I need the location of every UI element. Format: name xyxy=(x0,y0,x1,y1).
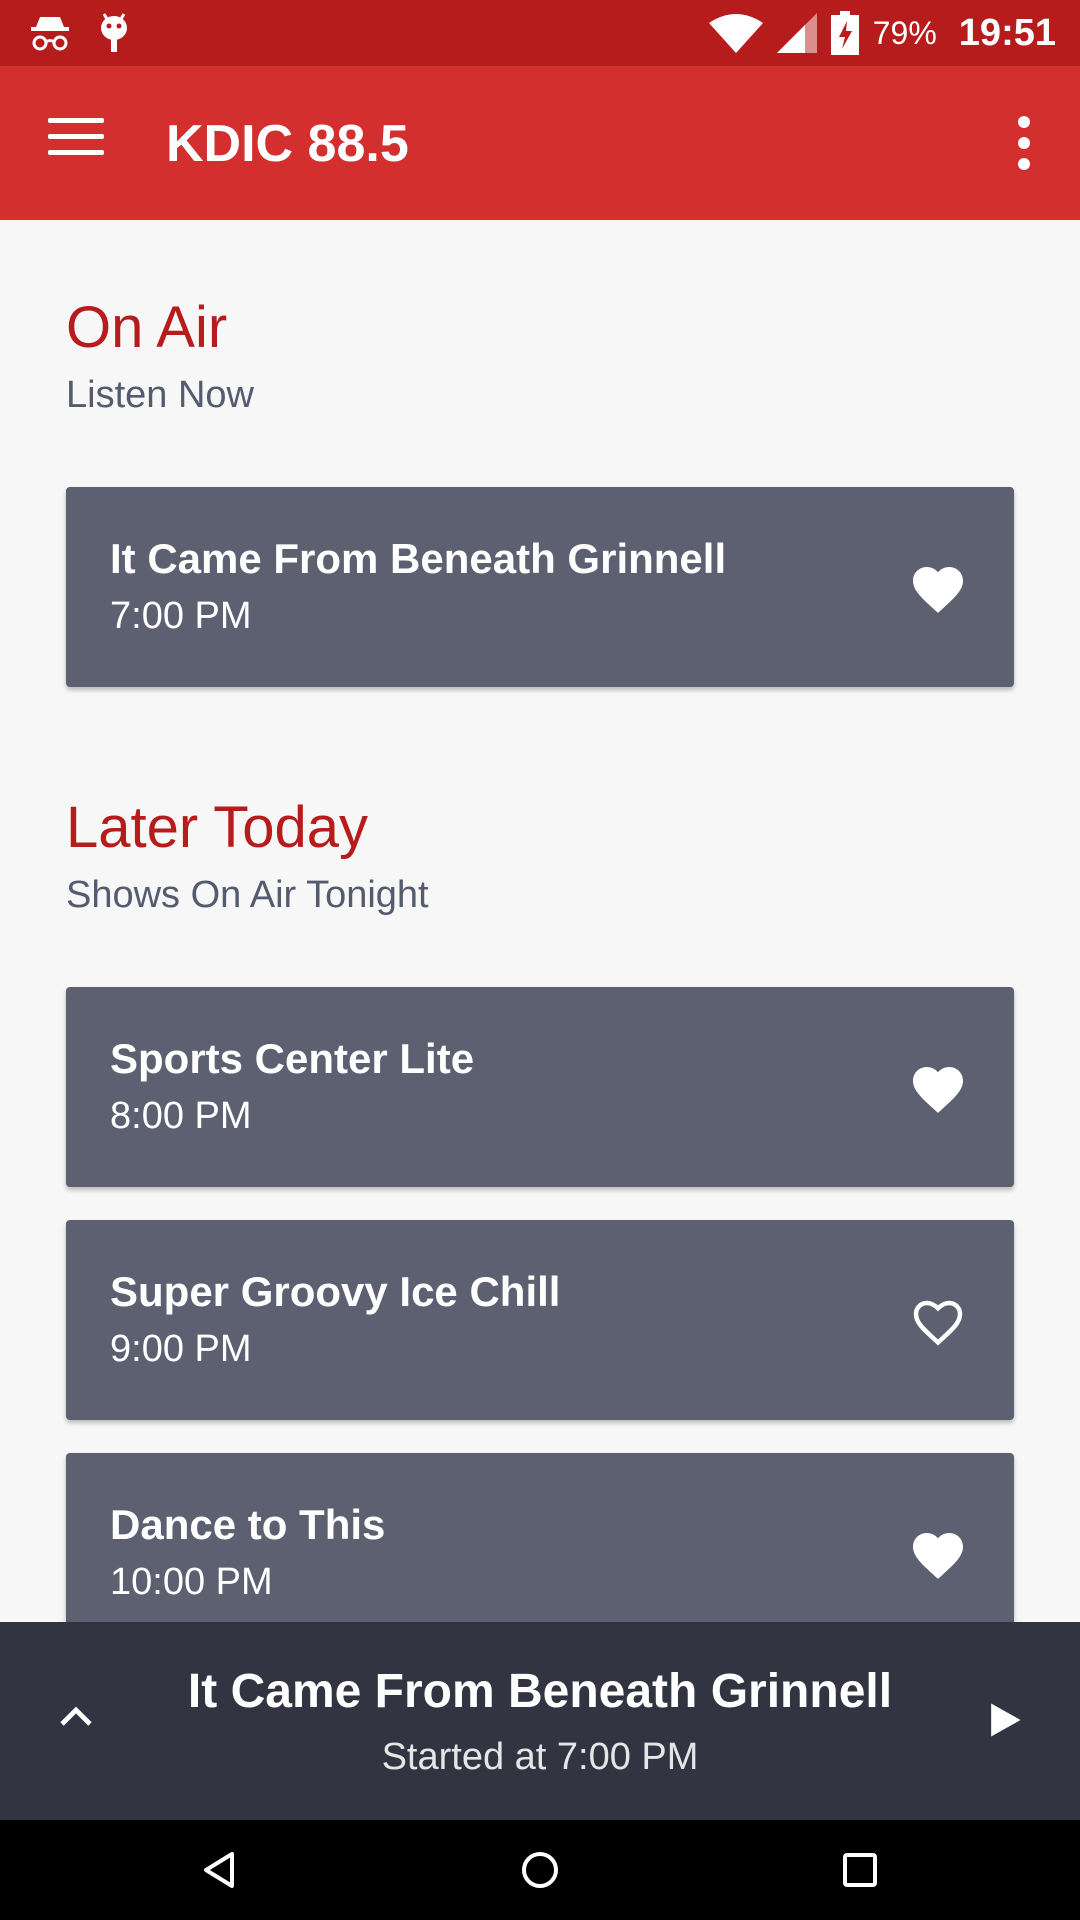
show-time: 10:00 PM xyxy=(110,1561,273,1603)
show-title: Super Groovy Ice Chill xyxy=(110,1268,561,1315)
heart-filled-icon[interactable] xyxy=(908,1525,968,1581)
clock: 19:51 xyxy=(958,11,1056,54)
system-nav-bar xyxy=(0,1820,1080,1920)
on-air-show-card[interactable]: It Came From Beneath Grinnell 7:00 PM xyxy=(66,487,1014,687)
signal-icon xyxy=(776,13,817,53)
app-title: KDIC 88.5 xyxy=(166,115,409,173)
show-title: Dance to This xyxy=(110,1501,386,1548)
on-air-subtitle: Listen Now xyxy=(66,374,254,416)
heart-outline-icon[interactable] xyxy=(908,1292,968,1348)
mini-player[interactable]: It Came From Beneath Grinnell Started at… xyxy=(0,1622,1080,1820)
on-air-heading: On Air xyxy=(66,295,228,360)
play-icon[interactable] xyxy=(982,1698,1026,1742)
later-today-heading: Later Today xyxy=(66,795,369,860)
android-debug-icon xyxy=(101,13,127,52)
show-time: 8:00 PM xyxy=(110,1095,252,1137)
show-title: It Came From Beneath Grinnell xyxy=(110,535,727,582)
player-title: It Came From Beneath Grinnell xyxy=(187,1665,893,1718)
player-subtitle: Started at 7:00 PM xyxy=(381,1736,699,1778)
heart-filled-icon[interactable] xyxy=(908,559,968,615)
battery-percent: 79% xyxy=(872,14,937,51)
battery-charging-icon xyxy=(830,11,859,55)
status-right: 79% 19:51 xyxy=(708,0,1056,66)
show-title: Sports Center Lite xyxy=(110,1035,475,1082)
back-icon[interactable] xyxy=(196,1846,244,1894)
incognito-icon xyxy=(31,17,69,51)
recents-icon[interactable] xyxy=(836,1846,884,1894)
status-left-icons xyxy=(28,10,132,56)
wifi-icon xyxy=(708,14,763,53)
show-card[interactable]: Super Groovy Ice Chill 9:00 PM xyxy=(66,1220,1014,1420)
menu-icon[interactable] xyxy=(48,118,104,166)
overflow-menu-icon[interactable] xyxy=(1004,116,1044,172)
show-time: 7:00 PM xyxy=(110,595,252,637)
status-bar: 79% 19:51 xyxy=(0,0,1080,66)
home-icon[interactable] xyxy=(516,1846,564,1894)
show-time: 9:00 PM xyxy=(110,1328,252,1370)
app-bar: KDIC 88.5 xyxy=(0,66,1080,220)
show-card[interactable]: Sports Center Lite 8:00 PM xyxy=(66,987,1014,1187)
later-today-subtitle: Shows On Air Tonight xyxy=(66,874,429,916)
heart-filled-icon[interactable] xyxy=(908,1059,968,1115)
